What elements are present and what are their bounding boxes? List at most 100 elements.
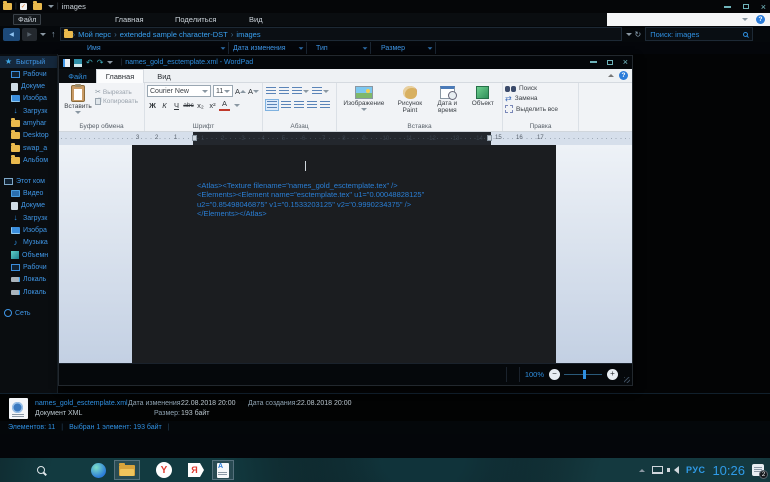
zoom-in-button[interactable]: + bbox=[607, 369, 618, 380]
strikethrough-button[interactable]: abc bbox=[183, 99, 194, 111]
minimize-icon[interactable] bbox=[590, 61, 597, 63]
sidebar-item[interactable]: Этот ком bbox=[0, 175, 57, 187]
redo-icon[interactable]: ↷ bbox=[97, 59, 104, 67]
list-button[interactable] bbox=[291, 86, 310, 96]
paste-button[interactable]: Вставить bbox=[61, 85, 95, 120]
sidebar-item[interactable]: Сеть bbox=[0, 307, 57, 319]
copy-button[interactable]: Копировать bbox=[95, 98, 138, 105]
save-icon[interactable] bbox=[74, 59, 82, 67]
find-button[interactable]: Поиск bbox=[505, 85, 576, 92]
search-icon[interactable] bbox=[743, 32, 748, 37]
sidebar-item[interactable]: ♪ Музыка bbox=[0, 237, 57, 249]
wordpad-taskbar-button[interactable]: A bbox=[212, 460, 234, 480]
forward-button[interactable]: ▶ bbox=[22, 28, 37, 41]
highlight-button[interactable] bbox=[231, 99, 242, 111]
replace-button[interactable]: ⇄Замена bbox=[505, 94, 576, 103]
start-button[interactable] bbox=[8, 464, 21, 477]
sidebar-item[interactable]: Альбом bbox=[0, 154, 57, 166]
tab-home[interactable]: Главная bbox=[111, 14, 148, 25]
justify-button[interactable] bbox=[306, 100, 318, 110]
chevron-down-icon[interactable] bbox=[48, 5, 54, 8]
select-all-button[interactable]: Выделить все bbox=[505, 105, 576, 113]
yandex-browser-icon[interactable]: Y bbox=[156, 462, 172, 478]
wordpad-tab-view[interactable]: Вид bbox=[144, 69, 184, 83]
shrink-font-button[interactable]: A bbox=[248, 85, 259, 97]
address-dropdown-icon[interactable] bbox=[626, 33, 632, 36]
sidebar-item[interactable]: Докуме bbox=[0, 81, 57, 93]
sidebar-item[interactable]: Объемн bbox=[0, 249, 57, 261]
tab-view[interactable]: Вид bbox=[245, 14, 267, 25]
language-indicator[interactable]: РУС bbox=[686, 465, 705, 475]
new-folder-icon[interactable] bbox=[33, 3, 42, 10]
search-input[interactable]: Поиск: images bbox=[645, 27, 753, 41]
help-icon[interactable]: ? bbox=[619, 71, 628, 80]
paint-drawing-button[interactable]: Рисунок Paint bbox=[391, 86, 429, 115]
document-page[interactable]: <Atlas><Texture filename="names_gold_esc… bbox=[132, 145, 556, 363]
qat-chevron-icon[interactable] bbox=[107, 61, 113, 64]
tray-expand-icon[interactable] bbox=[639, 469, 645, 472]
subscript-button[interactable]: x₂ bbox=[195, 99, 206, 111]
back-button[interactable]: ◀ bbox=[3, 28, 20, 41]
sidebar-item[interactable]: ↓ Загрузк bbox=[0, 105, 57, 117]
breadcrumb-item[interactable]: Мой перс bbox=[75, 30, 114, 39]
chevron-down-icon[interactable] bbox=[221, 47, 226, 49]
sidebar-item[interactable]: ↓ Загрузк bbox=[0, 212, 57, 224]
network-icon[interactable] bbox=[652, 466, 663, 474]
right-indent-marker[interactable] bbox=[487, 135, 492, 141]
wordpad-tab-file[interactable]: Файл bbox=[59, 69, 96, 83]
align-right-button[interactable] bbox=[293, 100, 305, 110]
wordpad-tab-home[interactable]: Главная bbox=[96, 69, 144, 83]
decrease-indent-button[interactable] bbox=[265, 86, 277, 96]
history-chevron-icon[interactable] bbox=[40, 33, 46, 36]
collapse-ribbon-icon[interactable] bbox=[608, 74, 614, 77]
date-time-button[interactable]: Дата и время bbox=[431, 86, 464, 115]
bold-button[interactable]: Ж bbox=[147, 99, 158, 111]
tab-share[interactable]: Поделиться bbox=[171, 14, 220, 25]
address-field[interactable]: › Мой перс › extended sample character-D… bbox=[60, 27, 622, 41]
sidebar-item[interactable]: ★ Быстрый bbox=[0, 56, 57, 68]
resize-grip[interactable] bbox=[624, 377, 630, 383]
font-family-combo[interactable]: Courier New bbox=[147, 85, 211, 97]
properties-check-icon[interactable]: ✓ bbox=[20, 3, 27, 10]
explorer-taskbar-button[interactable] bbox=[114, 460, 140, 480]
undo-icon[interactable]: ↶ bbox=[86, 59, 93, 67]
chevron-down-icon[interactable] bbox=[363, 47, 368, 49]
font-color-button[interactable]: A bbox=[219, 99, 230, 111]
maximize-icon[interactable] bbox=[607, 60, 613, 65]
sidebar-item[interactable]: Изобра bbox=[0, 93, 57, 105]
align-left-button[interactable] bbox=[265, 99, 279, 111]
increase-indent-button[interactable] bbox=[278, 86, 290, 96]
sidebar-item[interactable]: Видео bbox=[0, 188, 57, 200]
refresh-icon[interactable]: ↻ bbox=[635, 30, 642, 39]
help-icon[interactable]: ? bbox=[756, 15, 765, 24]
sidebar-item[interactable]: Локаль bbox=[0, 274, 57, 286]
document-text[interactable]: <Atlas><Texture filename="names_gold_esc… bbox=[197, 152, 424, 219]
cut-button[interactable]: ✂Вырезать bbox=[95, 88, 138, 96]
close-icon[interactable]: × bbox=[761, 3, 766, 11]
superscript-button[interactable]: x² bbox=[207, 99, 218, 111]
chevron-down-icon[interactable] bbox=[428, 47, 433, 49]
ruler[interactable]: 3 2 1 15 16 17 1234567891011121314 bbox=[59, 132, 632, 145]
column-header-modified[interactable]: Дата изменения bbox=[229, 42, 307, 54]
minimize-icon[interactable] bbox=[724, 6, 731, 8]
tray-app-icon[interactable]: 2 bbox=[752, 464, 764, 476]
close-icon[interactable]: × bbox=[623, 58, 628, 66]
column-header-type[interactable]: Тип bbox=[307, 42, 371, 54]
sidebar-item[interactable]: Desktop bbox=[0, 130, 57, 142]
yandex-icon[interactable]: Я bbox=[188, 463, 204, 477]
clock[interactable]: 10:26 bbox=[712, 463, 745, 478]
breadcrumb-item[interactable]: images bbox=[233, 30, 263, 39]
up-button[interactable]: ↑ bbox=[51, 29, 56, 39]
sidebar-item[interactable]: swap_a bbox=[0, 142, 57, 154]
insert-object-button[interactable]: Объект bbox=[466, 86, 500, 107]
left-indent-marker[interactable] bbox=[192, 135, 197, 141]
tab-file[interactable]: Файл bbox=[13, 14, 41, 25]
taskbar-search-button[interactable] bbox=[37, 466, 45, 474]
sidebar-item[interactable]: Докуме bbox=[0, 200, 57, 212]
expand-ribbon-icon[interactable] bbox=[742, 18, 748, 21]
sidebar-item[interactable]: Локаль bbox=[0, 286, 57, 298]
edge-browser-icon[interactable] bbox=[91, 463, 106, 478]
column-header-name[interactable]: Имя bbox=[64, 42, 229, 54]
sidebar-item[interactable]: amyhar bbox=[0, 117, 57, 129]
sidebar-item[interactable]: Рабочи bbox=[0, 261, 57, 273]
